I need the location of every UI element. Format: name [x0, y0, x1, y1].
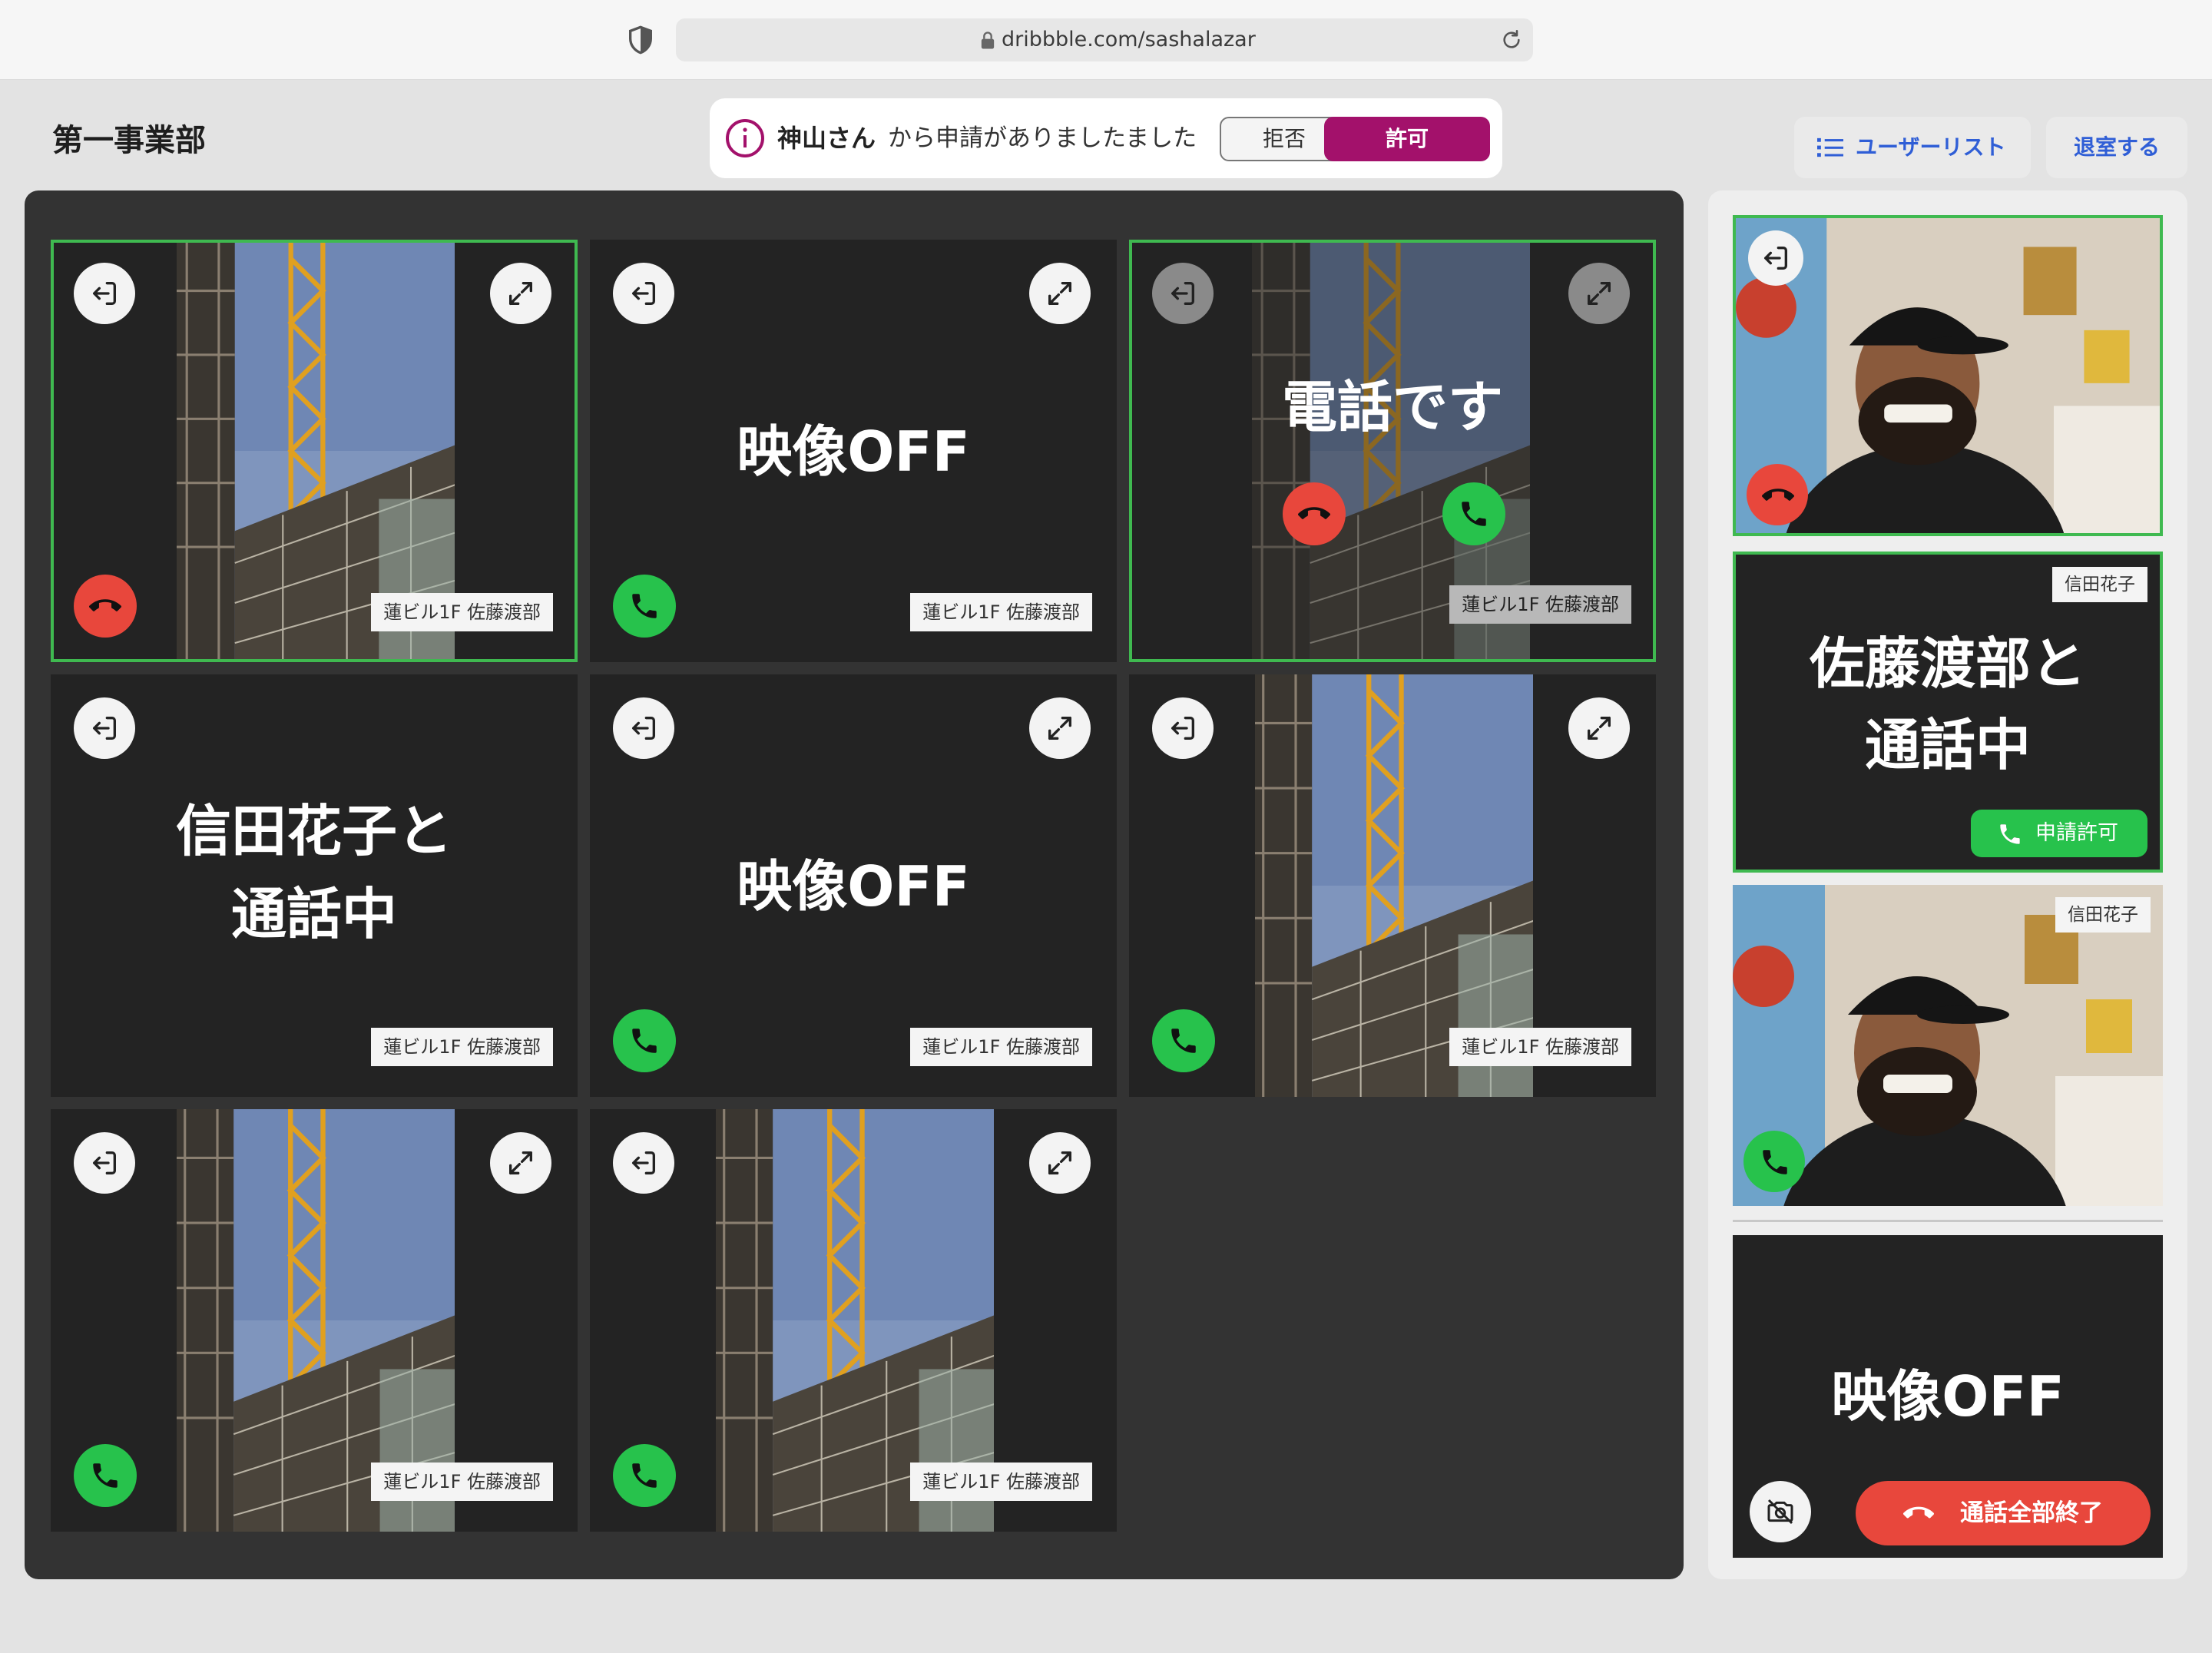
hang-up-button[interactable]	[74, 575, 137, 638]
location-label: 蓮ビル1F 佐藤渡部	[910, 1463, 1092, 1501]
call-button[interactable]	[613, 1009, 676, 1072]
address-bar[interactable]: dribbble.com/sashalazar	[676, 18, 1533, 61]
exit-icon[interactable]	[1748, 230, 1803, 286]
hang-up-icon	[1903, 1506, 1934, 1519]
location-label: 蓮ビル1F 佐藤渡部	[1449, 1028, 1631, 1066]
expand-icon[interactable]	[1029, 263, 1091, 324]
participant-tile[interactable]: 蓮ビル1F 佐藤渡部	[590, 1109, 1117, 1532]
exit-icon[interactable]	[613, 1132, 674, 1194]
participant-tile[interactable]: 蓮ビル1F 佐藤渡部	[1129, 674, 1656, 1097]
call-button[interactable]	[613, 575, 676, 638]
end-all-calls-button[interactable]: 通話全部終了	[1856, 1481, 2151, 1545]
request-message: から申請がありましたました	[888, 124, 1197, 152]
divider	[1733, 1220, 2163, 1222]
exit-icon[interactable]	[1152, 263, 1214, 324]
side-participant-tile[interactable]: 信田花子	[1733, 885, 2163, 1206]
participant-tile[interactable]: 電話です 蓮ビル1F 佐藤渡部	[1129, 240, 1656, 662]
participant-tile[interactable]: 映像OFF 蓮ビル1F 佐藤渡部	[590, 240, 1117, 662]
page-title: 第一事業部	[52, 123, 206, 158]
exit-icon[interactable]	[74, 263, 135, 324]
decline-call-button[interactable]	[1283, 482, 1346, 545]
expand-icon[interactable]	[1568, 697, 1630, 759]
allow-button[interactable]: 許可	[1324, 117, 1490, 161]
call-button[interactable]	[613, 1444, 676, 1507]
call-button[interactable]	[1743, 1131, 1805, 1192]
expand-icon[interactable]	[1568, 263, 1630, 324]
location-label: 蓮ビル1F 佐藤渡部	[371, 1463, 553, 1501]
exit-icon[interactable]	[1152, 697, 1214, 759]
requester-name: 神山さん	[777, 124, 876, 153]
lock-icon	[981, 31, 995, 49]
participant-grid: 蓮ビル1F 佐藤渡部 映像OFF 蓮ビル1F 佐藤渡部 電話です 蓮ビル1F 佐…	[25, 190, 1684, 1579]
side-participant-tile[interactable]: 信田花子 佐藤渡部と 通話中 申請許可	[1733, 552, 2163, 873]
location-label: 蓮ビル1F 佐藤渡部	[1449, 585, 1631, 624]
exit-icon[interactable]	[613, 697, 674, 759]
participant-tile[interactable]: 信田花子と 通話中 蓮ビル1F 佐藤渡部	[51, 674, 578, 1097]
exit-icon[interactable]	[74, 697, 135, 759]
list-icon	[1817, 137, 1843, 157]
call-button[interactable]	[1152, 1009, 1215, 1072]
join-request-banner: 神山さん から申請がありましたました 拒否 許可	[710, 98, 1502, 178]
video-off-label: 映像OFF	[737, 854, 970, 919]
user-list-button[interactable]: ユーザーリスト	[1794, 117, 2031, 178]
video-off-label: 映像OFF	[1831, 1364, 2065, 1429]
approve-request-label: 申請許可	[2035, 821, 2118, 845]
camera-off-icon[interactable]	[1750, 1481, 1811, 1542]
user-list-label: ユーザーリスト	[1856, 134, 2006, 160]
phone-icon	[2000, 824, 2020, 844]
side-panel: 信田花子 佐藤渡部と 通話中 申請許可 信田花子 映像OFF 通話全部終了	[1708, 190, 2187, 1579]
participant-tile[interactable]: 映像OFF 蓮ビル1F 佐藤渡部	[590, 674, 1117, 1097]
info-icon	[726, 119, 764, 157]
participant-name-tag: 信田花子	[2052, 567, 2147, 602]
location-label: 蓮ビル1F 佐藤渡部	[371, 1028, 553, 1066]
leave-room-button[interactable]: 退室する	[2046, 117, 2187, 178]
browser-toolbar: dribbble.com/sashalazar	[0, 0, 2212, 80]
accept-call-button[interactable]	[1442, 482, 1505, 545]
incoming-call-label: 電話です	[1281, 375, 1503, 439]
in-call-status-line2: 通話中	[1864, 713, 2031, 777]
location-label: 蓮ビル1F 佐藤渡部	[371, 593, 553, 631]
end-all-calls-label: 通話全部終了	[1960, 1499, 2103, 1527]
location-label: 蓮ビル1F 佐藤渡部	[910, 1028, 1092, 1066]
call-button[interactable]	[74, 1444, 137, 1507]
url-text: dribbble.com/sashalazar	[1002, 28, 1256, 51]
participant-name-tag: 信田花子	[2055, 897, 2151, 933]
in-call-status-line1: 信田花子と	[175, 799, 452, 863]
expand-icon[interactable]	[490, 263, 551, 324]
participant-tile[interactable]: 蓮ビル1F 佐藤渡部	[51, 240, 578, 662]
exit-icon[interactable]	[613, 263, 674, 324]
expand-icon[interactable]	[490, 1132, 551, 1194]
shield-icon[interactable]	[625, 25, 656, 55]
participant-tile[interactable]: 蓮ビル1F 佐藤渡部	[51, 1109, 578, 1532]
reload-icon[interactable]	[1501, 29, 1522, 51]
side-participant-tile[interactable]	[1733, 215, 2163, 536]
expand-icon[interactable]	[1029, 1132, 1091, 1194]
in-call-status-line1: 佐藤渡部と	[1809, 631, 2086, 696]
exit-icon[interactable]	[74, 1132, 135, 1194]
video-off-label: 映像OFF	[737, 419, 970, 484]
expand-icon[interactable]	[1029, 697, 1091, 759]
self-view-tile: 映像OFF 通話全部終了	[1733, 1235, 2163, 1558]
location-label: 蓮ビル1F 佐藤渡部	[910, 593, 1092, 631]
in-call-status-line2: 通話中	[230, 882, 397, 946]
hang-up-button[interactable]	[1747, 464, 1808, 525]
approve-request-button[interactable]: 申請許可	[1971, 810, 2147, 857]
